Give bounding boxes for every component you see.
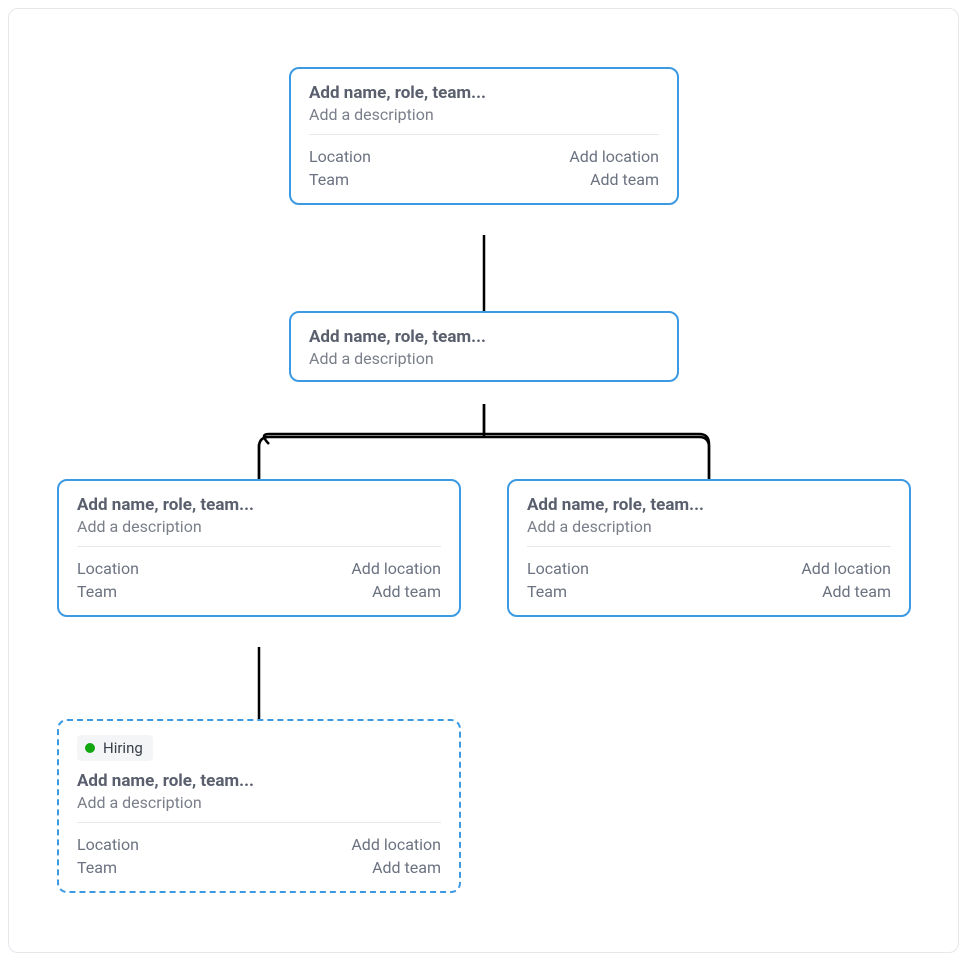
node-title[interactable]: Add name, role, team...	[77, 495, 441, 515]
node-divider	[77, 822, 441, 823]
node-title[interactable]: Add name, role, team...	[309, 327, 659, 347]
node-team-row: Team Add team	[309, 168, 659, 191]
team-value[interactable]: Add team	[372, 858, 441, 877]
team-label: Team	[77, 858, 117, 877]
node-divider	[309, 134, 659, 135]
node-description[interactable]: Add a description	[77, 517, 441, 536]
status-badge-label: Hiring	[103, 739, 143, 757]
org-node-mid[interactable]: Add name, role, team... Add a descriptio…	[289, 311, 679, 382]
team-value[interactable]: Add team	[372, 582, 441, 601]
node-divider	[527, 546, 891, 547]
org-node-root[interactable]: Add name, role, team... Add a descriptio…	[289, 67, 679, 205]
org-chart-canvas: Add name, role, team... Add a descriptio…	[8, 8, 959, 953]
node-location-row: Location Add location	[527, 557, 891, 580]
node-team-row: Team Add team	[77, 856, 441, 879]
status-badge[interactable]: Hiring	[77, 735, 153, 761]
node-location-row: Location Add location	[77, 833, 441, 856]
org-node-hiring[interactable]: Hiring Add name, role, team... Add a des…	[57, 719, 461, 893]
location-label: Location	[77, 835, 139, 854]
location-label: Location	[527, 559, 589, 578]
team-label: Team	[527, 582, 567, 601]
node-divider	[77, 546, 441, 547]
org-node-left[interactable]: Add name, role, team... Add a descriptio…	[57, 479, 461, 617]
location-value[interactable]: Add location	[351, 835, 441, 854]
node-description[interactable]: Add a description	[309, 105, 659, 124]
team-value[interactable]: Add team	[590, 170, 659, 189]
org-node-right[interactable]: Add name, role, team... Add a descriptio…	[507, 479, 911, 617]
location-label: Location	[77, 559, 139, 578]
node-description[interactable]: Add a description	[527, 517, 891, 536]
node-title[interactable]: Add name, role, team...	[527, 495, 891, 515]
node-team-row: Team Add team	[77, 580, 441, 603]
node-title[interactable]: Add name, role, team...	[77, 771, 441, 791]
location-value[interactable]: Add location	[569, 147, 659, 166]
node-location-row: Location Add location	[77, 557, 441, 580]
team-value[interactable]: Add team	[822, 582, 891, 601]
location-value[interactable]: Add location	[801, 559, 891, 578]
status-dot-icon	[85, 743, 95, 753]
node-team-row: Team Add team	[527, 580, 891, 603]
location-value[interactable]: Add location	[351, 559, 441, 578]
node-description[interactable]: Add a description	[77, 793, 441, 812]
location-label: Location	[309, 147, 371, 166]
node-description[interactable]: Add a description	[309, 349, 659, 368]
node-location-row: Location Add location	[309, 145, 659, 168]
node-title[interactable]: Add name, role, team...	[309, 83, 659, 103]
team-label: Team	[309, 170, 349, 189]
team-label: Team	[77, 582, 117, 601]
